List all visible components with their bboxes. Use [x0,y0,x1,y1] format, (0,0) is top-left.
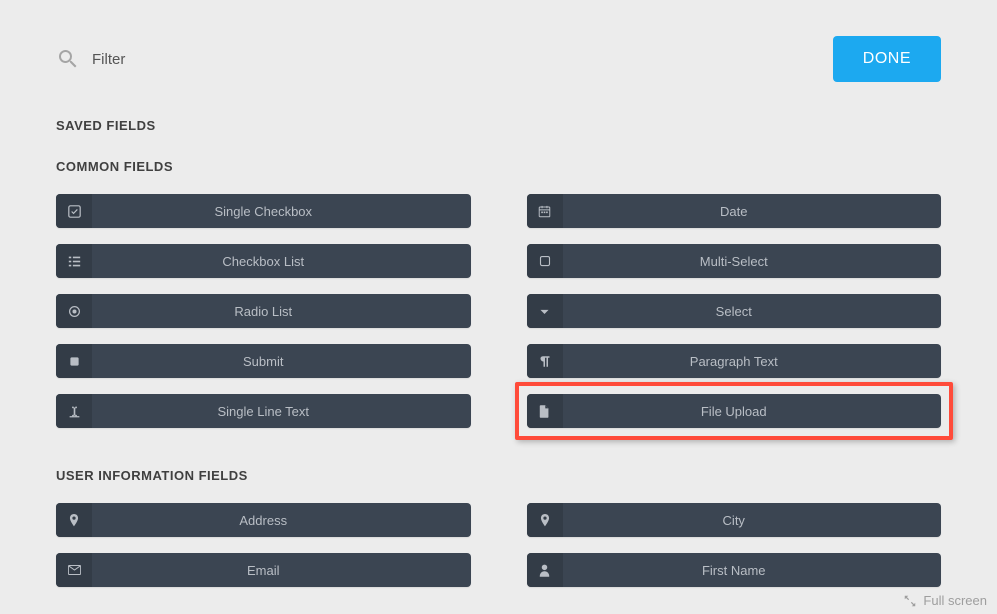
paragraph-icon [527,344,563,378]
checkbox-checked-icon [56,194,92,228]
filter-input[interactable] [92,51,392,68]
field-label: City [563,513,942,528]
section-user-info-fields: USER INFORMATION FIELDS [56,468,941,483]
field-label: Single Checkbox [92,204,471,219]
field-label: Single Line Text [92,404,471,419]
field-address[interactable]: Address [56,503,471,537]
field-paragraph-text[interactable]: Paragraph Text [527,344,942,378]
text-cursor-icon [56,394,92,428]
field-email[interactable]: Email [56,553,471,587]
field-file-upload[interactable]: File Upload [527,394,942,428]
radio-icon [56,294,92,328]
field-submit[interactable]: Submit [56,344,471,378]
field-select[interactable]: Select [527,294,942,328]
square-icon [56,344,92,378]
done-button[interactable]: DONE [833,36,941,82]
section-common-fields: COMMON FIELDS [56,159,941,174]
user-icon [527,553,563,587]
field-label: Email [92,563,471,578]
common-fields-grid: Single Checkbox Date Checkbox List Multi… [56,194,941,428]
field-multi-select[interactable]: Multi-Select [527,244,942,278]
envelope-icon [56,553,92,587]
user-info-fields-grid: Address City Email First Name [56,503,941,587]
section-saved-fields: SAVED FIELDS [56,118,941,133]
expand-icon [903,594,917,608]
field-label: Address [92,513,471,528]
field-label: Checkbox List [92,254,471,269]
field-label: Submit [92,354,471,369]
field-label: Date [563,204,942,219]
field-date[interactable]: Date [527,194,942,228]
field-label: First Name [563,563,942,578]
field-checkbox-list[interactable]: Checkbox List [56,244,471,278]
field-label: File Upload [563,404,942,419]
field-single-checkbox[interactable]: Single Checkbox [56,194,471,228]
calendar-icon [527,194,563,228]
field-label: Paragraph Text [563,354,942,369]
map-pin-icon [527,503,563,537]
fullscreen-button[interactable]: Full screen [903,593,987,608]
field-city[interactable]: City [527,503,942,537]
map-pin-icon [56,503,92,537]
search-icon [56,47,80,71]
field-single-line-text[interactable]: Single Line Text [56,394,471,428]
field-label: Select [563,304,942,319]
field-label: Radio List [92,304,471,319]
file-icon [527,394,563,428]
field-radio-list[interactable]: Radio List [56,294,471,328]
chevron-down-icon [527,294,563,328]
field-first-name[interactable]: First Name [527,553,942,587]
fullscreen-label: Full screen [923,593,987,608]
square-outline-icon [527,244,563,278]
filter-wrap [56,47,392,71]
field-label: Multi-Select [563,254,942,269]
highlight-file-upload: File Upload [515,382,954,440]
list-icon [56,244,92,278]
